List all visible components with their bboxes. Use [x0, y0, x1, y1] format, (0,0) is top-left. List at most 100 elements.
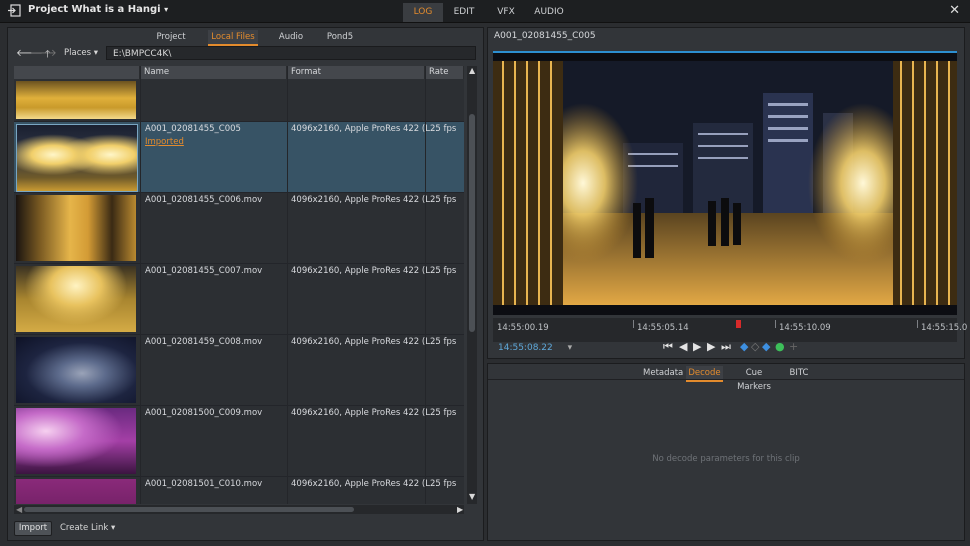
viewer-clip-title: A001_02081455_C005	[494, 31, 596, 41]
table-row[interactable]: A001_02081501_C010.mov 4096x2160, Apple …	[14, 477, 464, 504]
exit-project-icon[interactable]	[7, 4, 21, 17]
step-back-icon[interactable]: ◀	[679, 340, 687, 353]
viewer-panel: A001_02081455_C005 14:55:00.19 14:55:05.…	[487, 27, 967, 359]
vertical-scroll-thumb[interactable]	[469, 114, 475, 332]
clip-rate: 25 fps	[430, 408, 457, 418]
table-row[interactable]: A001_02081455_C007.mov 4096x2160, Apple …	[14, 264, 464, 335]
clip-format: 4096x2160, Apple ProRes 422 (L...	[291, 195, 439, 205]
table-row[interactable]: A001_02081455_C005 Imported 4096x2160, A…	[14, 122, 464, 193]
timecode-label: 14:55:00.19	[497, 323, 549, 333]
import-button[interactable]: Import	[14, 521, 52, 536]
divider	[488, 379, 964, 380]
timeline-tick	[633, 320, 634, 328]
file-table: Name Format Rate A001_02081455_C005 Impo…	[14, 66, 464, 504]
tab-audio[interactable]: AUDIO	[529, 3, 569, 22]
play-icon[interactable]: ▶	[693, 340, 701, 353]
top-bar: Project What is a Hangi ▾ LOG EDIT VFX A…	[0, 0, 970, 23]
clip-rate: 25 fps	[430, 195, 457, 205]
current-timecode-value: 14:55:08.22	[498, 343, 553, 353]
video-viewer[interactable]	[493, 51, 957, 315]
forward-arrow-icon[interactable]: 🡒	[30, 47, 57, 59]
clip-format: 4096x2160, Apple ProRes 422 (L...	[291, 124, 439, 134]
clip-thumbnail	[16, 81, 136, 119]
timeline-ruler[interactable]: 14:55:00.19 14:55:05.14 14:55:10.09 14:5…	[493, 318, 967, 342]
tab-vfx[interactable]: VFX	[487, 3, 525, 22]
close-icon[interactable]: ✕	[949, 3, 960, 18]
timecode-label: 14:55:15.0	[921, 323, 968, 333]
clip-thumbnail	[16, 124, 138, 192]
clip-format: 4096x2160, Apple ProRes 422 (L...	[291, 266, 439, 276]
column-divider	[287, 66, 288, 504]
clip-thumbnail	[16, 479, 136, 504]
places-dropdown[interactable]: Places ▾	[64, 48, 98, 58]
mark-clear-icon[interactable]: ◇	[751, 340, 759, 353]
chevron-down-icon[interactable]: ▾	[164, 5, 168, 14]
tab-audio-network[interactable]: Audio Network	[262, 30, 320, 56]
timecode-label: 14:55:10.09	[779, 323, 831, 333]
scroll-up-icon[interactable]: ▲	[469, 66, 475, 75]
current-timecode[interactable]: 14:55:08.22 ▾	[498, 343, 572, 353]
table-row[interactable]: A001_02081500_C009.mov 4096x2160, Apple …	[14, 406, 464, 477]
inspector-panel: Metadata Decode Cue Markers BITC No deco…	[487, 363, 965, 541]
tab-log[interactable]: LOG	[403, 3, 443, 22]
clip-format: 4096x2160, Apple ProRes 422 (L...	[291, 337, 439, 347]
column-divider	[425, 66, 426, 504]
project-title[interactable]: Project What is a Hangi ▾	[28, 4, 168, 15]
mark-out-icon[interactable]: ◆	[762, 340, 770, 353]
imported-link[interactable]: Imported	[145, 137, 184, 147]
tab-local-files[interactable]: Local Files	[208, 30, 258, 46]
table-row[interactable]: A001_02081455_C006.mov 4096x2160, Apple …	[14, 193, 464, 264]
column-header-name[interactable]: Name	[140, 66, 287, 79]
scroll-down-icon[interactable]: ▼	[469, 492, 475, 501]
column-divider	[140, 66, 141, 504]
table-row[interactable]	[14, 79, 464, 122]
step-forward-icon[interactable]: ▶	[707, 340, 715, 353]
clip-rate: 25 fps	[430, 479, 457, 489]
timecode-label: 14:55:05.14	[637, 323, 689, 333]
clip-format: 4096x2160, Apple ProRes 422 (L...	[291, 408, 439, 418]
clip-rate: 25 fps	[430, 337, 457, 347]
clip-thumbnail	[16, 266, 136, 332]
file-browser-panel: Project Contents Local Files Audio Netwo…	[7, 27, 484, 541]
empty-state-message: No decode parameters for this clip	[652, 454, 800, 464]
clip-thumbnail	[16, 337, 136, 403]
mark-in-icon[interactable]: ◆	[740, 340, 748, 353]
clip-name: A001_02081455_C006.mov	[145, 195, 263, 205]
column-header-thumbnail[interactable]	[14, 66, 140, 79]
project-title-text: Project What is a Hangi	[28, 4, 161, 15]
clip-rate: 25 fps	[430, 124, 457, 134]
tab-bitc[interactable]: BITC	[785, 366, 813, 380]
clip-format: 4096x2160, Apple ProRes 422 (L...	[291, 479, 439, 489]
clip-name: A001_02081459_C008.mov	[145, 337, 263, 347]
table-row[interactable]: A001_02081459_C008.mov 4096x2160, Apple …	[14, 335, 464, 406]
add-icon[interactable]: +	[789, 340, 798, 353]
clip-thumbnail	[16, 195, 136, 261]
tab-metadata[interactable]: Metadata	[643, 366, 683, 380]
clip-name: A001_02081455_C005	[145, 124, 241, 134]
tab-project-contents[interactable]: Project Contents	[138, 30, 204, 56]
tab-cue-markers[interactable]: Cue Markers	[728, 366, 780, 392]
create-link-dropdown[interactable]: Create Link ▾	[60, 523, 115, 533]
clip-name: A001_02081455_C007.mov	[145, 266, 263, 276]
clip-rate: 25 fps	[430, 266, 457, 276]
scroll-right-icon[interactable]: ▶	[457, 505, 463, 514]
timeline-tick	[775, 320, 776, 328]
video-frame-image	[493, 53, 957, 315]
tab-pond5[interactable]: Pond5	[325, 30, 355, 44]
clip-thumbnail	[16, 408, 136, 474]
chevron-down-icon[interactable]: ▾	[568, 343, 573, 353]
scroll-left-icon[interactable]: ◀	[16, 505, 22, 514]
add-marker-icon[interactable]: ●	[775, 340, 785, 353]
clip-name: A001_02081500_C009.mov	[145, 408, 263, 418]
column-header-format[interactable]: Format	[287, 66, 425, 79]
clip-name: A001_02081501_C010.mov	[145, 479, 263, 489]
tab-edit[interactable]: EDIT	[445, 3, 483, 22]
skip-to-end-icon[interactable]: ⏭	[721, 340, 731, 354]
horizontal-scroll-thumb[interactable]	[24, 507, 354, 512]
playhead[interactable]	[736, 320, 741, 328]
column-header-rate[interactable]: Rate	[425, 66, 464, 79]
path-input[interactable]: E:\BMPCC4K\	[106, 46, 476, 60]
skip-to-start-icon[interactable]: ⏮	[663, 340, 673, 354]
timeline-tick	[917, 320, 918, 328]
up-folder-icon[interactable]: 🡑	[45, 47, 50, 64]
